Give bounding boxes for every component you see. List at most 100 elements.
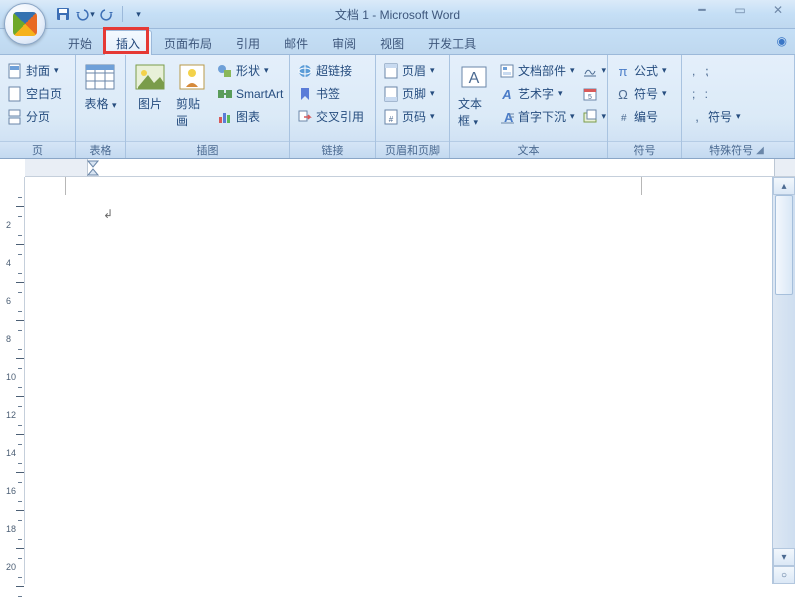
- ruler-minor-tick: [18, 596, 22, 597]
- chevron-down-icon: ▾: [109, 100, 116, 110]
- special-symbol-button[interactable]: , 符号 ▾: [686, 105, 744, 128]
- horizontal-ruler[interactable]: [25, 159, 795, 177]
- svg-text:5: 5: [588, 94, 592, 101]
- tab-review[interactable]: 审阅: [320, 30, 368, 55]
- shapes-button[interactable]: 形状 ▾: [214, 59, 286, 82]
- scroll-track[interactable]: [773, 195, 795, 544]
- chevron-down-icon: ▾: [662, 65, 667, 76]
- vertical-ruler[interactable]: 2468101214161820: [0, 177, 25, 584]
- cover-icon: [7, 63, 23, 79]
- office-button[interactable]: [4, 3, 46, 45]
- maximize-button[interactable]: ▭: [729, 1, 751, 19]
- margin-corner-tr: [626, 177, 642, 195]
- ruler-minor-tick: [18, 425, 22, 426]
- ruler-minor-tick: [18, 387, 22, 388]
- table-button[interactable]: 表格 ▾: [80, 59, 120, 114]
- bookmark-icon: [297, 86, 313, 102]
- shapes-icon: [217, 63, 233, 79]
- tab-references[interactable]: 引用: [224, 30, 272, 55]
- tab-page-layout[interactable]: 页面布局: [152, 30, 224, 55]
- crossref-button[interactable]: 交叉引用: [294, 105, 367, 128]
- minimize-button[interactable]: ━: [691, 1, 713, 19]
- browse-object-button[interactable]: ○: [773, 566, 795, 584]
- group-symbols: π 公式 ▾ Ω 符号 ▾ # 编号 符号: [608, 55, 682, 158]
- picture-button[interactable]: 图片: [130, 59, 170, 114]
- chart-button[interactable]: 图表: [214, 105, 286, 128]
- label: 公式: [634, 62, 658, 79]
- label: 页码: [402, 108, 426, 125]
- ruler-minor-tick: [18, 539, 22, 540]
- scroll-up-button[interactable]: ▴: [773, 177, 795, 195]
- tab-insert[interactable]: 插入: [104, 30, 152, 55]
- label: 表格: [84, 97, 108, 111]
- label: 交叉引用: [316, 108, 364, 125]
- bookmark-button[interactable]: 书签: [294, 82, 367, 105]
- clipart-button[interactable]: 剪贴画: [172, 59, 212, 131]
- redo-button[interactable]: [98, 5, 116, 23]
- ruler-number: 16: [6, 486, 16, 496]
- object-button[interactable]: ▾: [580, 105, 609, 128]
- qat-customize-button[interactable]: ▾: [129, 5, 147, 23]
- page-break-button[interactable]: 分页: [4, 105, 65, 128]
- tab-home[interactable]: 开始: [56, 30, 104, 55]
- scroll-down-button[interactable]: ▾: [773, 548, 795, 566]
- number-button[interactable]: # 编号: [612, 105, 670, 128]
- chevron-down-icon: ▾: [736, 111, 741, 122]
- chevron-down-icon: ▾: [662, 88, 667, 99]
- cover-page-button[interactable]: 封面 ▾: [4, 59, 65, 82]
- quickparts-button[interactable]: 文档部件 ▾: [496, 59, 578, 82]
- hyperlink-button[interactable]: 超链接: [294, 59, 367, 82]
- pagenum-icon: #: [383, 109, 399, 125]
- dialog-launcher[interactable]: ◢: [753, 145, 767, 156]
- undo-button[interactable]: ▾: [76, 5, 94, 23]
- ruler-minor-tick: [18, 558, 22, 559]
- ruler-minor-tick: [18, 463, 22, 464]
- tab-view[interactable]: 视图: [368, 30, 416, 55]
- svg-text:Ω: Ω: [618, 87, 628, 102]
- punct-button[interactable]: , ⁏: [686, 59, 744, 82]
- svg-text:A: A: [469, 70, 480, 87]
- chevron-down-icon: ▾: [558, 88, 563, 99]
- signature-line-button[interactable]: ▾: [580, 59, 609, 82]
- group-label: 表格: [76, 141, 125, 158]
- paragraph-mark: ↲: [103, 207, 113, 221]
- chevron-up-icon: ▴: [781, 181, 786, 192]
- symbol-button[interactable]: Ω 符号 ▾: [612, 82, 670, 105]
- ruler-minor-tick: [18, 406, 22, 407]
- office-logo-icon: [13, 12, 37, 36]
- label: 剪贴画: [176, 95, 208, 129]
- tab-developer[interactable]: 开发工具: [416, 30, 488, 55]
- label: 艺术字: [518, 85, 554, 102]
- tab-mailings[interactable]: 邮件: [272, 30, 320, 55]
- document-area[interactable]: ↲: [25, 177, 772, 584]
- blank-page-button[interactable]: 空白页: [4, 82, 65, 105]
- pagenum-button[interactable]: # 页码 ▾: [380, 105, 438, 128]
- help-icon: ◉: [777, 34, 787, 48]
- group-pages: 封面 ▾ 空白页 分页 页: [0, 55, 76, 158]
- dropcap-button[interactable]: A 首字下沉 ▾: [496, 105, 578, 128]
- label: 图表: [236, 108, 260, 125]
- ruler-minor-tick: [18, 235, 22, 236]
- datetime-icon: 5: [582, 86, 598, 102]
- close-button[interactable]: ✕: [767, 1, 789, 19]
- ruler-number: 2: [6, 220, 11, 230]
- datetime-button[interactable]: 5: [580, 82, 609, 105]
- seps-button[interactable]: ; :: [686, 82, 744, 105]
- equation-button[interactable]: π 公式 ▾: [612, 59, 670, 82]
- help-button[interactable]: ◉: [777, 34, 787, 48]
- label: 文档部件: [518, 62, 566, 79]
- save-button[interactable]: [54, 5, 72, 23]
- group-text: A 文本框 ▾ 文档部件 ▾ A 艺术字 ▾ A 首字下沉 ▾: [450, 55, 608, 158]
- footer-button[interactable]: 页脚 ▾: [380, 82, 438, 105]
- scroll-thumb[interactable]: [775, 195, 793, 295]
- wordart-button[interactable]: A 艺术字 ▾: [496, 82, 578, 105]
- label: 形状: [236, 62, 260, 79]
- ruler-tick: [16, 510, 24, 511]
- textbox-button[interactable]: A 文本框 ▾: [454, 59, 494, 131]
- chevron-down-icon: ▾: [602, 111, 607, 122]
- ruler-number: 12: [6, 410, 16, 420]
- header-button[interactable]: 页眉 ▾: [380, 59, 438, 82]
- smartart-button[interactable]: SmartArt: [214, 82, 286, 105]
- window-controls: ━ ▭ ✕: [691, 0, 789, 20]
- chevron-down-icon: ▾: [430, 111, 435, 122]
